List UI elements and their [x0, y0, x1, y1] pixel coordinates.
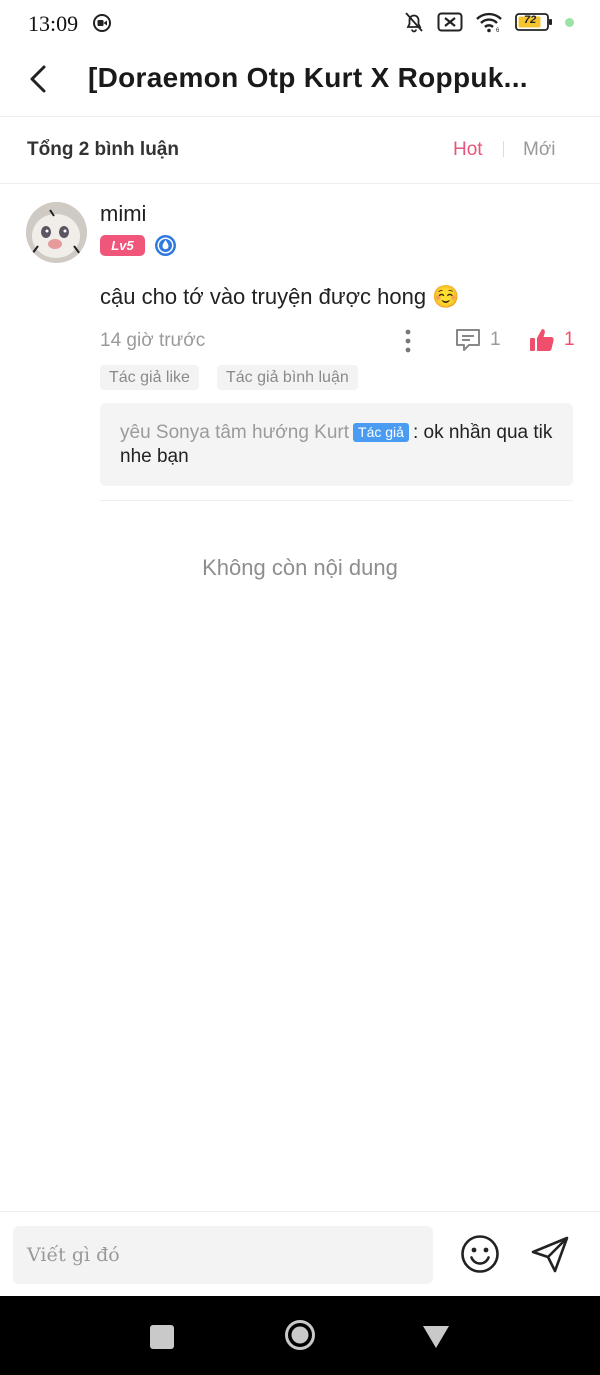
svg-text:6: 6 [496, 28, 500, 33]
reply-button[interactable]: 1 [454, 326, 501, 354]
send-icon[interactable] [529, 1233, 571, 1275]
comment-timestamp: 14 giờ trước [100, 330, 206, 351]
bell-off-icon [405, 12, 423, 33]
home-icon[interactable] [284, 1319, 316, 1351]
total-comments-label: Tổng 2 bình luận [27, 139, 179, 160]
comment-input[interactable]: Viết gì đó [13, 1226, 433, 1284]
battery-icon: 72 [515, 13, 553, 31]
status-time: 13:09 [28, 11, 79, 36]
recents-icon[interactable] [150, 1325, 174, 1349]
status-bar: 13:09 6 72 [0, 0, 600, 46]
end-of-list-message: Không còn nội dung [202, 555, 398, 580]
app-header: [Doraemon Otp Kurt X Roppuk... [0, 46, 600, 117]
like-count: 1 [564, 329, 575, 350]
system-nav-bar [0, 1296, 600, 1375]
thumbs-up-icon [530, 329, 554, 351]
wifi-icon: 6 [476, 12, 502, 33]
screen-record-icon [93, 14, 111, 32]
drop-badge-icon [155, 235, 176, 256]
comment-username[interactable]: mimi [100, 201, 146, 227]
page-title: [Doraemon Otp Kurt X Roppuk... [88, 62, 528, 93]
level-badge: Lv5 [100, 235, 145, 256]
sort-divider [503, 141, 504, 157]
reply-preview[interactable]: yêu Sonya tâm hướng Kurt Tác giả: ok nhần… [100, 403, 573, 486]
avatar[interactable] [26, 202, 87, 263]
battery-level: 72 [524, 14, 537, 26]
comment-text: cậu cho tớ vào truyện được hong ☺️ [100, 284, 460, 309]
back-arrow-icon[interactable] [22, 62, 56, 96]
emoji-icon[interactable] [459, 1233, 501, 1275]
reply-count: 1 [490, 329, 501, 350]
comment-bubble-icon [456, 329, 480, 351]
author-badge: Tác giả [353, 423, 409, 442]
sort-new-tab[interactable]: Mới [523, 139, 556, 161]
reply-username[interactable]: yêu Sonya tâm hướng Kurt [120, 422, 349, 443]
author-like-tag: Tác giả like [100, 365, 199, 390]
comment-summary-bar: Tổng 2 bình luận Hot Mới [0, 117, 600, 184]
no-sim-icon [437, 12, 463, 32]
back-triangle-icon[interactable] [422, 1325, 450, 1349]
status-icons: 6 72 [403, 11, 574, 33]
author-comment-tag: Tác giả bình luận [217, 365, 358, 390]
more-options-icon[interactable] [398, 327, 418, 355]
notification-dot-icon [565, 17, 574, 27]
sort-hot-tab[interactable]: Hot [453, 139, 483, 161]
like-button[interactable]: 1 [528, 326, 575, 354]
comment-input-bar: Viết gì đó [0, 1211, 600, 1297]
comment-divider [100, 500, 573, 501]
